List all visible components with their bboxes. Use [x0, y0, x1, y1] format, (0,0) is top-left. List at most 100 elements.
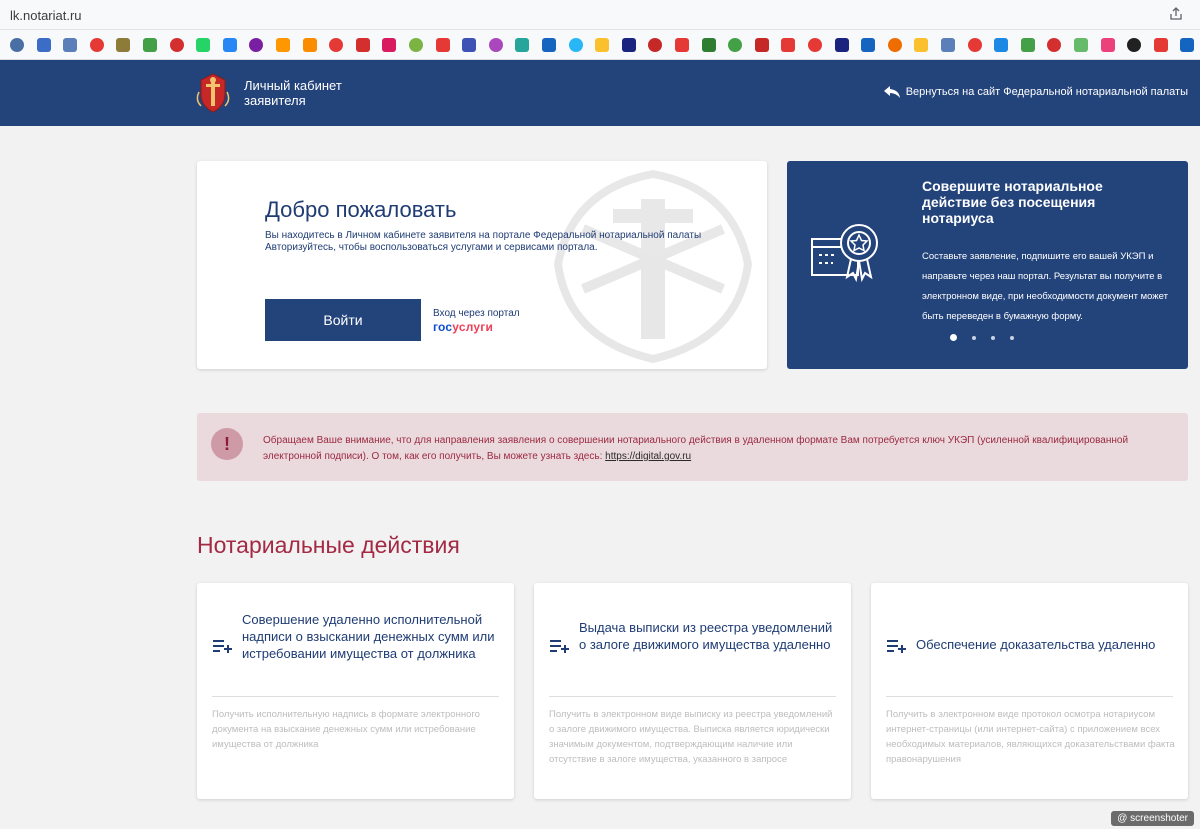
url-text[interactable]: lk.notariat.ru	[10, 8, 82, 23]
carousel-dot[interactable]	[1010, 335, 1014, 340]
bookmark-favicon-icon[interactable]	[1100, 38, 1115, 52]
carousel-dot[interactable]	[972, 335, 976, 340]
bookmark-favicon-icon[interactable]	[808, 38, 822, 52]
emblem-watermark-icon	[553, 169, 753, 364]
promo-text: Составьте заявление, подпишите его вашей…	[922, 251, 1168, 322]
section-title: Нотариальные действия	[197, 532, 460, 558]
bookmark-favicon-icon[interactable]	[994, 38, 1009, 52]
bookmark-favicon-icon[interactable]	[276, 38, 290, 52]
action-card-head: Выдача выписки из реестра уведомлений о …	[534, 583, 851, 696]
bookmark-favicon-icon[interactable]	[648, 38, 663, 52]
gosuslugi-logo: госуслуги	[433, 320, 520, 334]
playlist-add-icon	[213, 640, 232, 653]
bookmark-favicon-icon[interactable]	[568, 38, 583, 52]
welcome-desc-line-1: Вы находитесь в Личном кабинете заявител…	[265, 230, 702, 241]
screenshoter-watermark: @ screenshoter	[1111, 811, 1194, 826]
action-card-evidence[interactable]: Обеспечение доказательства удаленно Полу…	[871, 583, 1188, 799]
back-to-site-link[interactable]: Вернуться на сайт Федеральной нотариальн…	[883, 86, 1188, 98]
bookmark-favicon-icon[interactable]	[914, 38, 929, 52]
bookmark-favicon-icon[interactable]	[595, 38, 610, 52]
alert-text: Обращаем Ваше внимание, что для направле…	[263, 433, 1173, 465]
bookmark-favicon-icon[interactable]	[116, 38, 131, 52]
carousel-dots	[950, 334, 1014, 341]
bookmark-favicon-icon[interactable]	[36, 38, 51, 52]
bookmark-favicon-icon[interactable]	[1020, 38, 1035, 52]
action-card-head: Обеспечение доказательства удаленно	[871, 583, 1188, 696]
exclamation-icon: !	[211, 428, 243, 460]
gosuslugi-logo-part-1: гос	[433, 320, 453, 334]
bookmark-favicon-icon[interactable]	[302, 38, 317, 52]
bookmarks-bar	[0, 30, 1200, 60]
playlist-add-icon	[550, 640, 569, 653]
bookmark-favicon-icon[interactable]	[781, 38, 796, 52]
brand-line-2: заявителя	[244, 93, 306, 108]
notary-emblem-icon[interactable]	[195, 72, 231, 114]
bookmark-favicon-icon[interactable]	[754, 38, 769, 52]
bookmark-favicon-icon[interactable]	[542, 38, 556, 52]
digital-gov-link[interactable]: https://digital.gov.ru	[605, 451, 691, 462]
bookmark-favicon-icon[interactable]	[249, 38, 264, 52]
bookmark-favicon-icon[interactable]	[728, 38, 743, 52]
brand-line-1: Личный кабинет	[244, 78, 342, 93]
bookmark-favicon-icon[interactable]	[382, 38, 397, 52]
browser-address-bar[interactable]: lk.notariat.ru	[0, 0, 1200, 30]
bookmark-favicon-icon[interactable]	[488, 38, 503, 52]
gosuslugi-caption: Вход через портал	[433, 308, 520, 319]
action-card-title: Совершение удаленно исполнительной надпи…	[242, 612, 495, 661]
action-card-title: Выдача выписки из реестра уведомлений о …	[579, 620, 833, 652]
action-card-executive-inscription[interactable]: Совершение удаленно исполнительной надпи…	[197, 583, 514, 799]
action-card-description: Получить исполнительную надпись в формат…	[212, 709, 480, 750]
carousel-dot[interactable]	[950, 334, 957, 341]
bookmark-favicon-icon[interactable]	[63, 38, 78, 52]
site-header: Личный кабинет заявителя Вернуться на са…	[0, 60, 1200, 126]
promo-title: Совершите нотариальное действие без посе…	[922, 178, 1103, 226]
reply-arrow-icon	[883, 86, 900, 98]
gosuslugi-login-link[interactable]: Вход через портал госуслуги	[433, 308, 520, 334]
bookmark-favicon-icon[interactable]	[967, 38, 982, 52]
bookmark-favicon-icon[interactable]	[1074, 38, 1088, 52]
back-link-label: Вернуться на сайт Федеральной нотариальн…	[905, 86, 1188, 98]
action-card-pledge-extract[interactable]: Выдача выписки из реестра уведомлений о …	[534, 583, 851, 799]
bookmark-favicon-icon[interactable]	[355, 38, 370, 52]
bookmark-favicon-icon[interactable]	[1047, 38, 1062, 52]
bookmark-favicon-icon[interactable]	[10, 38, 24, 52]
playlist-add-icon	[887, 640, 906, 653]
welcome-card: Добро пожаловать Вы находитесь в Личном …	[197, 161, 767, 369]
welcome-description: Вы находитесь в Личном кабинете заявител…	[265, 230, 735, 254]
alert-message: Обращаем Ваше внимание, что для направле…	[263, 435, 1129, 462]
card-divider	[212, 696, 499, 697]
action-card-head: Совершение удаленно исполнительной надпи…	[197, 583, 514, 696]
bookmark-favicon-icon[interactable]	[89, 38, 104, 52]
bookmark-favicon-icon[interactable]	[861, 38, 876, 52]
bookmark-favicon-icon[interactable]	[941, 38, 955, 52]
bookmark-favicon-icon[interactable]	[222, 38, 237, 52]
ukep-alert: ! Обращаем Ваше внимание, что для направ…	[197, 413, 1188, 481]
bookmark-favicon-icon[interactable]	[1180, 38, 1195, 52]
bookmark-favicon-icon[interactable]	[409, 38, 423, 52]
bookmark-favicon-icon[interactable]	[515, 38, 530, 52]
bookmark-favicon-icon[interactable]	[169, 38, 184, 52]
gosuslugi-logo-part-2: услуги	[452, 320, 494, 334]
welcome-desc-line-2: Авторизуйтесь, чтобы воспользоваться усл…	[265, 242, 598, 253]
bookmark-favicon-icon[interactable]	[621, 38, 636, 52]
login-button[interactable]: Войти	[265, 299, 421, 341]
bookmark-favicon-icon[interactable]	[462, 38, 477, 52]
card-divider	[549, 696, 836, 697]
promo-carousel: Совершите нотариальное действие без посе…	[787, 161, 1188, 369]
carousel-dot[interactable]	[991, 335, 995, 340]
bookmark-favicon-icon[interactable]	[1153, 38, 1168, 52]
action-card-title: Обеспечение доказательства удаленно	[916, 637, 1156, 652]
bookmark-favicon-icon[interactable]	[701, 38, 716, 52]
bookmark-favicon-icon[interactable]	[435, 38, 450, 52]
bookmark-favicon-icon[interactable]	[196, 38, 211, 52]
bookmark-favicon-icon[interactable]	[329, 38, 344, 52]
bookmark-favicon-icon[interactable]	[143, 38, 157, 52]
bookmark-favicon-icon[interactable]	[675, 38, 689, 52]
share-icon[interactable]	[1168, 6, 1184, 22]
bookmark-favicon-icon[interactable]	[834, 38, 849, 52]
bookmark-favicon-icon[interactable]	[1127, 38, 1142, 52]
certificate-badge-icon	[811, 224, 878, 283]
bookmark-favicon-icon[interactable]	[887, 38, 902, 52]
brand-title[interactable]: Личный кабинет заявителя	[244, 78, 342, 108]
welcome-title: Добро пожаловать	[265, 197, 457, 222]
